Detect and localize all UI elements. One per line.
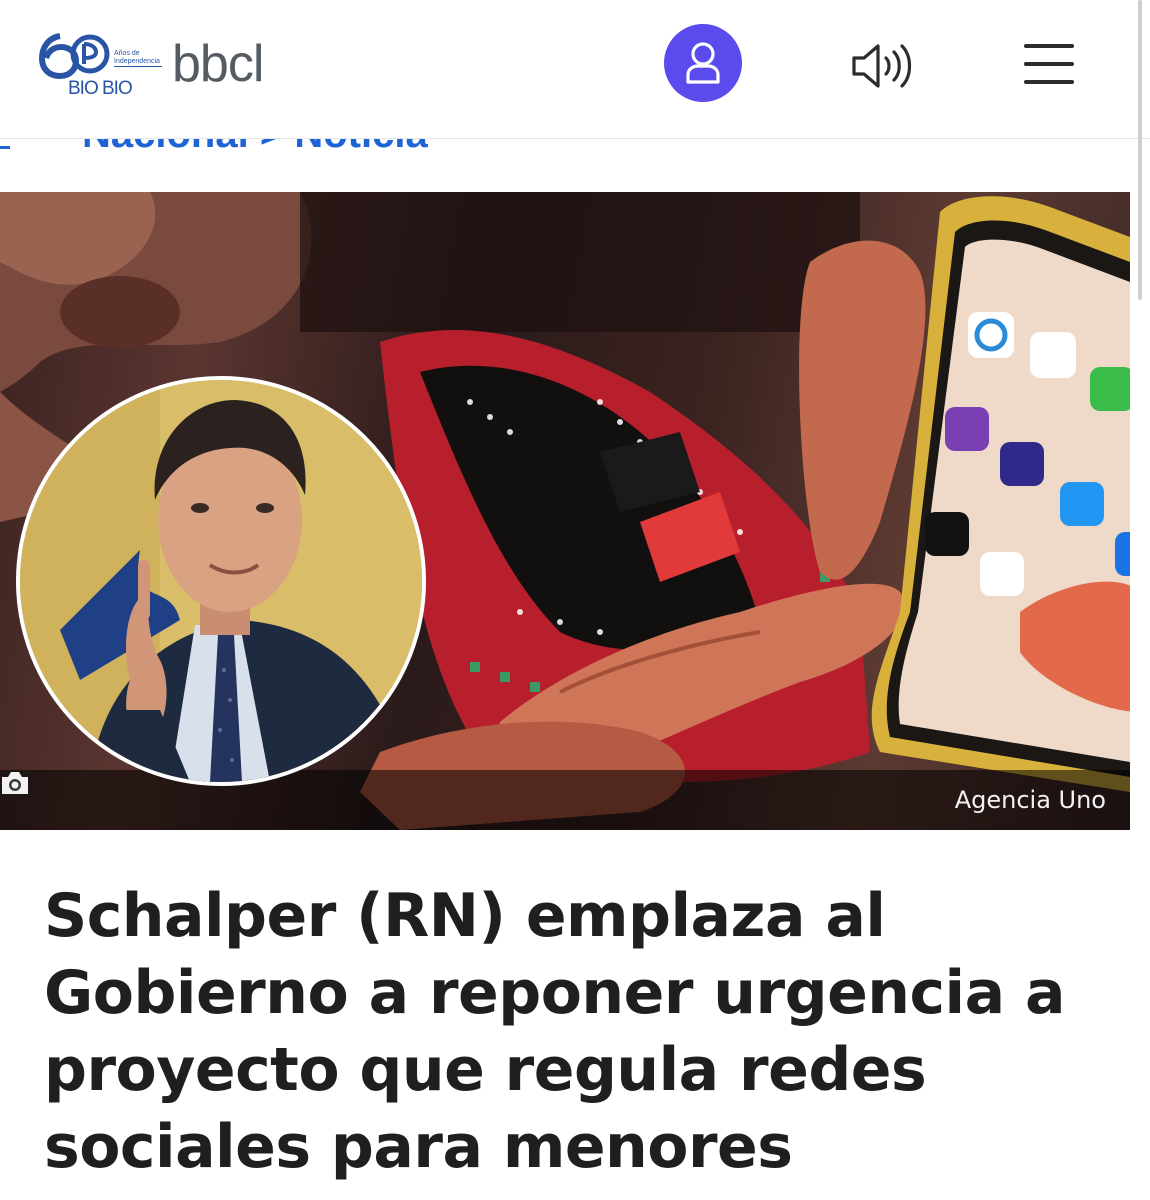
menu-line	[1024, 80, 1074, 84]
breadcrumb-marker	[0, 146, 10, 149]
logo-divider	[114, 66, 162, 67]
bbcl-wordmark[interactable]: bbcl	[172, 34, 264, 94]
biobio-logo[interactable]: Años de Independencia BIO BIO	[38, 30, 170, 100]
audio-button[interactable]	[848, 36, 914, 96]
article-headline[interactable]: Schalper (RN) emplaza al Gobierno a repo…	[44, 878, 1104, 1186]
hamburger-menu-button[interactable]	[1024, 42, 1076, 86]
portrait-illustration	[20, 380, 422, 782]
user-account-button[interactable]	[664, 24, 742, 102]
logo-years-text: Años de Independencia	[114, 50, 160, 65]
logo-biobio-text: BIO BIO	[68, 78, 133, 99]
scrollbar[interactable]	[1138, 0, 1142, 300]
camera-icon	[2, 772, 28, 794]
photo-credit-text: Agencia Uno	[954, 786, 1106, 814]
site-header: Años de Independencia BIO BIO bbcl	[0, 0, 1150, 139]
sixty-years-logo-icon	[38, 33, 110, 80]
hamburger-menu-icon	[1024, 44, 1074, 48]
menu-line	[1024, 62, 1074, 66]
portrait-inset-image	[16, 376, 426, 786]
user-icon	[686, 42, 720, 84]
speaker-icon	[852, 44, 912, 88]
